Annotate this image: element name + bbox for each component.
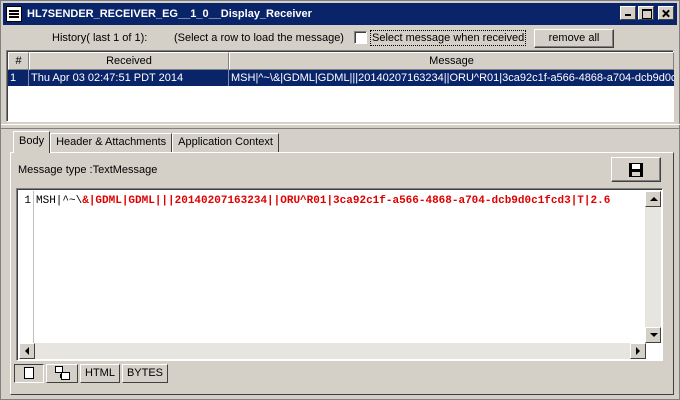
select-when-received-label[interactable]: Select message when received <box>370 30 527 46</box>
row-message: MSH|^~\&|GDML|GDML|||20140207163234||ORU… <box>231 72 674 84</box>
scroll-left-arrow-icon[interactable] <box>19 343 35 359</box>
tab-bar: Body Header & Attachments Application Co… <box>13 131 279 153</box>
title-bar[interactable]: HL7SENDER_RECEIVER_EG__1_0__Display_Rece… <box>3 3 677 25</box>
document-icon <box>24 367 34 379</box>
line-number: 1 <box>24 195 31 207</box>
select-when-received-checkbox[interactable] <box>354 31 367 44</box>
remove-all-button[interactable]: remove all <box>534 29 614 48</box>
row-number: 1 <box>8 70 29 86</box>
text-view-button[interactable] <box>14 364 44 383</box>
scroll-down-arrow-icon[interactable] <box>645 327 661 343</box>
history-table: # Received Message 1 Thu Apr 03 02:47:51… <box>6 50 674 122</box>
column-header-message[interactable]: Message <box>229 52 674 70</box>
column-header-number[interactable]: # <box>8 52 29 70</box>
split-pane-divider[interactable] <box>1 124 680 129</box>
message-editor[interactable]: 1 MSH|^~\&|GDML|GDML|||20140207163234||O… <box>16 188 663 361</box>
message-body-text[interactable]: MSH|^~\&|GDML|GDML|||20140207163234||ORU… <box>36 195 658 207</box>
floppy-disk-icon <box>629 163 643 177</box>
tree-view-icon <box>54 366 70 380</box>
close-button[interactable] <box>658 6 674 20</box>
history-hint: (Select a row to load the message) <box>174 32 344 44</box>
minimize-button[interactable] <box>620 6 636 20</box>
code-plain-segment: MSH|^~\ <box>36 195 83 207</box>
view-mode-bar: HTML BYTES <box>14 364 169 383</box>
line-number-gutter: 1 <box>19 191 34 344</box>
column-header-received[interactable]: Received <box>29 52 229 70</box>
tab-header-attachments[interactable]: Header & Attachments <box>50 133 173 153</box>
code-highlight-segment: &|GDML|GDML|||20140207163234||ORU^R01|3c… <box>82 195 611 207</box>
window-title: HL7SENDER_RECEIVER_EG__1_0__Display_Rece… <box>27 8 312 20</box>
table-header: # Received Message <box>8 52 674 70</box>
table-row[interactable]: 1 Thu Apr 03 02:47:51 PDT 2014 MSH|^~\&|… <box>8 70 674 86</box>
history-bar: History( last 1 of 1): (Select a row to … <box>1 27 680 49</box>
window-controls <box>620 6 674 20</box>
horizontal-scrollbar[interactable] <box>19 343 646 359</box>
history-label: History( last 1 of 1): <box>52 32 148 44</box>
bytes-view-button[interactable]: BYTES <box>121 364 169 383</box>
scroll-right-arrow-icon[interactable] <box>630 343 646 359</box>
html-view-button[interactable]: HTML <box>80 364 120 383</box>
scroll-up-arrow-icon[interactable] <box>645 191 661 207</box>
tab-application-context[interactable]: Application Context <box>172 133 279 153</box>
tab-body[interactable]: Body <box>13 131 51 153</box>
app-window: HL7SENDER_RECEIVER_EG__1_0__Display_Rece… <box>0 0 680 400</box>
tree-view-button[interactable] <box>46 364 78 383</box>
maximize-button[interactable] <box>638 6 654 20</box>
list-icon <box>6 6 22 22</box>
save-button[interactable] <box>611 157 661 182</box>
vertical-scrollbar[interactable] <box>645 191 661 343</box>
row-received: Thu Apr 03 02:47:51 PDT 2014 <box>29 70 229 86</box>
message-type-label: Message type :TextMessage <box>18 164 158 176</box>
